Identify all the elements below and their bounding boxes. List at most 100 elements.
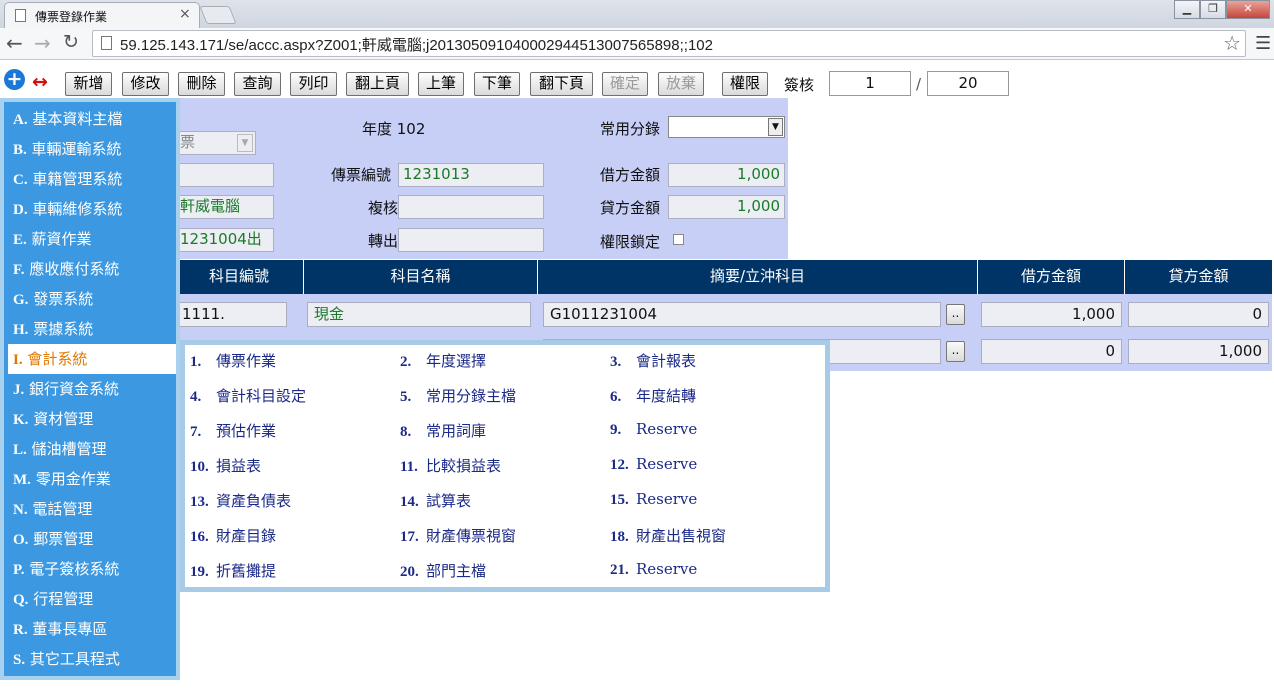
row1-debit-field[interactable]: 1,000 <box>981 302 1122 327</box>
submenu-item-15[interactable]: 15. Reserve <box>610 490 697 509</box>
cancel-button[interactable]: 放棄 <box>658 72 704 96</box>
print-button[interactable]: 列印 <box>290 72 337 96</box>
sidebar-item-l[interactable]: L. 儲油槽管理 <box>8 434 176 464</box>
reload-icon[interactable]: ↻ <box>63 31 79 53</box>
row2-credit-field[interactable]: 1,000 <box>1128 339 1269 364</box>
page-down-button[interactable]: 翻下頁 <box>530 72 593 96</box>
browser-tab[interactable]: 傳票登錄作業 × <box>4 2 200 28</box>
lock-checkbox[interactable] <box>673 234 684 245</box>
url-text[interactable]: 59.125.143.171/se/accc.aspx?Z001;軒威電腦;j2… <box>120 34 713 55</box>
delete-button[interactable]: 刪除 <box>178 72 225 96</box>
transfer-field[interactable] <box>398 228 544 252</box>
row2-debit-field[interactable]: 0 <box>981 339 1122 364</box>
edit-button[interactable]: 修改 <box>122 72 169 96</box>
submenu-item-4[interactable]: 4. 會計科目設定 <box>190 385 306 406</box>
double-arrow-icon[interactable]: ↔ <box>32 73 48 92</box>
reference-field[interactable]: 1231004出 <box>175 228 274 252</box>
sidebar-item-g[interactable]: G. 發票系統 <box>8 284 176 314</box>
page-total-input[interactable]: 20 <box>927 71 1009 96</box>
submenu-item-3[interactable]: 3. 會計報表 <box>610 350 696 371</box>
sidebar-item-h[interactable]: H. 票據系統 <box>8 314 176 344</box>
submenu-item-2[interactable]: 2. 年度選擇 <box>400 350 486 371</box>
submenu-item-20[interactable]: 20. 部門主檔 <box>400 560 486 581</box>
row1-memo-field[interactable]: G1011231004 <box>543 302 941 327</box>
sidebar-item-r[interactable]: R. 董事長專區 <box>8 614 176 644</box>
sidebar-item-e[interactable]: E. 薪資作業 <box>8 224 176 254</box>
next-record-button[interactable]: 下筆 <box>474 72 520 96</box>
submenu-item-8[interactable]: 8. 常用詞庫 <box>400 420 486 441</box>
back-icon[interactable]: ← <box>6 31 23 55</box>
row2-picker-button[interactable]: .. <box>946 341 965 362</box>
sidebar-item-p[interactable]: P. 電子簽核系統 <box>8 554 176 584</box>
plus-circle-icon[interactable]: + <box>4 69 25 90</box>
submenu-item-1[interactable]: 1. 傳票作業 <box>190 350 276 371</box>
submenu-item-16[interactable]: 16. 財產目錄 <box>190 525 276 546</box>
row1-picker-button[interactable]: .. <box>946 304 965 325</box>
submenu-item-number: 15. <box>610 492 629 508</box>
submenu-item-12[interactable]: 12. Reserve <box>610 455 697 474</box>
submenu-item-6[interactable]: 6. 年度結轉 <box>610 385 696 406</box>
submenu-item-label: 比較損益表 <box>426 457 502 475</box>
submenu-item-label: 資產負債表 <box>216 492 292 510</box>
page-icon <box>101 36 112 50</box>
submenu-item-7[interactable]: 7. 預估作業 <box>190 420 276 441</box>
sidebar-item-o[interactable]: O. 郵票管理 <box>8 524 176 554</box>
tab-close-icon[interactable]: × <box>179 6 191 22</box>
sidebar-item-key: I. <box>13 352 23 368</box>
window-close-icon[interactable]: ✕ <box>1226 0 1270 19</box>
common-entry-select[interactable]: ▼ <box>668 116 785 138</box>
sidebar-item-a[interactable]: A. 基本資料主檔 <box>8 104 176 134</box>
voucher-no-field[interactable]: 1231013 <box>398 163 544 187</box>
voucher-header-form: 票 ▼ 年度 102 常用分錄 ▼ 傳票編號 1231013 借方金額 1,00… <box>175 98 788 259</box>
debit-total-field[interactable]: 1,000 <box>668 163 785 187</box>
page-up-button[interactable]: 翻上頁 <box>346 72 409 96</box>
voucher-date-field[interactable] <box>175 163 274 187</box>
confirm-button[interactable]: 確定 <box>602 72 648 96</box>
query-button[interactable]: 查詢 <box>234 72 281 96</box>
submenu-item-19[interactable]: 19. 折舊攤提 <box>190 560 276 581</box>
sidebar-item-s[interactable]: S. 其它工具程式 <box>8 644 176 674</box>
submenu-item-17[interactable]: 17. 財產傳票視窗 <box>400 525 516 546</box>
submenu-item-label: 試算表 <box>426 492 472 510</box>
submenu-item-number: 3. <box>610 354 622 370</box>
sidebar-item-j[interactable]: J. 銀行資金系統 <box>8 374 176 404</box>
review-field[interactable] <box>398 195 544 219</box>
submenu-item-5[interactable]: 5. 常用分錄主檔 <box>400 385 516 406</box>
voucher-type-select[interactable]: 票 ▼ <box>175 131 256 155</box>
sidebar-item-q[interactable]: Q. 行程管理 <box>8 584 176 614</box>
sidebar-item-i[interactable]: I. 會計系統 <box>8 344 176 374</box>
submenu-item-18[interactable]: 18. 財產出售視窗 <box>610 525 726 546</box>
sidebar-item-b[interactable]: B. 車輛運輸系統 <box>8 134 176 164</box>
row1-code-field[interactable]: 1111. <box>175 302 287 327</box>
address-bar[interactable]: 59.125.143.171/se/accc.aspx?Z001;軒威電腦;j2… <box>92 30 1246 57</box>
sidebar-item-c[interactable]: C. 車籍管理系統 <box>8 164 176 194</box>
submenu-item-number: 8. <box>400 424 412 440</box>
submenu-item-11[interactable]: 11. 比較損益表 <box>400 455 501 476</box>
submenu-item-9[interactable]: 9. Reserve <box>610 420 697 439</box>
page-current-input[interactable]: 1 <box>829 71 911 96</box>
credit-total-field[interactable]: 1,000 <box>668 195 785 219</box>
sidebar-item-m[interactable]: M. 零用金作業 <box>8 464 176 494</box>
permission-button[interactable]: 權限 <box>722 72 768 96</box>
row1-credit-field[interactable]: 0 <box>1128 302 1269 327</box>
submenu-item-13[interactable]: 13. 資產負債表 <box>190 490 291 511</box>
browser-menu-icon[interactable]: ☰ <box>1255 33 1271 54</box>
sidebar-item-f[interactable]: F. 應收應付系統 <box>8 254 176 284</box>
submenu-item-10[interactable]: 10. 損益表 <box>190 455 261 476</box>
add-button[interactable]: 新增 <box>65 72 112 96</box>
submenu-item-21[interactable]: 21. Reserve <box>610 560 697 579</box>
prev-record-button[interactable]: 上筆 <box>418 72 464 96</box>
sidebar-item-n[interactable]: N. 電話管理 <box>8 494 176 524</box>
minimize-icon[interactable]: ▁ <box>1174 0 1200 19</box>
sidebar-item-d[interactable]: D. 車輛維修系統 <box>8 194 176 224</box>
forward-icon[interactable]: → <box>34 31 51 55</box>
bookmark-star-icon[interactable]: ☆ <box>1223 31 1241 55</box>
browser-tabstrip: 傳票登錄作業 × ▁ ❐ ✕ <box>0 0 1274 28</box>
company-field[interactable]: 軒威電腦 <box>175 195 274 219</box>
sidebar-item-k[interactable]: K. 資材管理 <box>8 404 176 434</box>
sidebar-item-key: K. <box>13 412 29 428</box>
new-tab-button[interactable] <box>199 6 237 24</box>
submenu-item-14[interactable]: 14. 試算表 <box>400 490 471 511</box>
restore-icon[interactable]: ❐ <box>1200 0 1226 19</box>
row1-name-field[interactable]: 現金 <box>307 302 531 327</box>
